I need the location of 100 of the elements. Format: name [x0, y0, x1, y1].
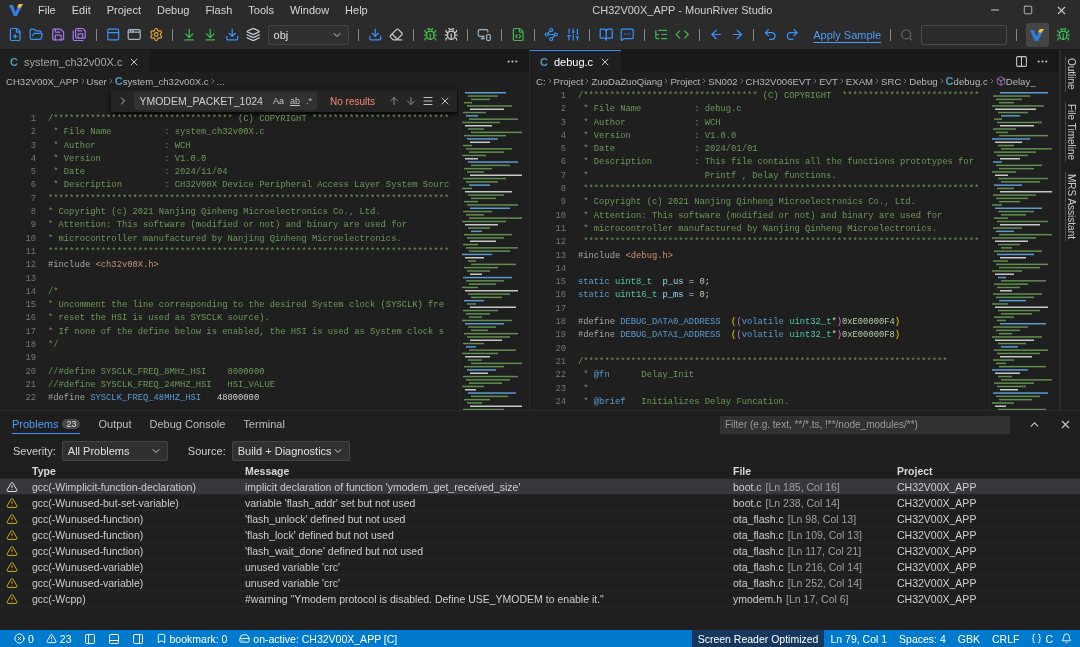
- find-in-selection-icon[interactable]: [422, 95, 434, 107]
- code-file-icon[interactable]: [510, 27, 526, 42]
- sidebar-tab[interactable]: MRS Assistant: [1064, 171, 1077, 241]
- breadcrumb[interactable]: Delay_: [1005, 75, 1036, 87]
- problem-row[interactable]: gcc(-Wunused-function) 'flash_wait_done' defined but not used ota_flash.c [Ln 117, Col 21] CH32V00X_APP: [0, 543, 1080, 559]
- devices-icon[interactable]: [477, 27, 492, 42]
- breadcrumb[interactable]: C:: [536, 75, 546, 87]
- column-header[interactable]: File: [733, 464, 897, 477]
- download-icon[interactable]: [224, 27, 240, 42]
- apply-sample-link[interactable]: Apply Sample: [813, 28, 882, 41]
- active-project-status[interactable]: on-active: CH32V00X_APP [C]: [233, 630, 404, 647]
- menu-item[interactable]: Project: [98, 4, 149, 16]
- problem-row[interactable]: gcc(-Wunused-but-set-variable) variable 'flash_addr' set but not used boot.c [Ln 238, Col 14] CH32V00X_APP: [0, 495, 1080, 511]
- assistant-button[interactable]: [1025, 22, 1049, 47]
- search-field[interactable]: [920, 24, 1007, 45]
- status-item[interactable]: CRLF: [986, 630, 1026, 647]
- breadcrumb[interactable]: ...: [216, 75, 225, 87]
- settings-icon[interactable]: [148, 27, 163, 42]
- search-icon[interactable]: [900, 27, 914, 42]
- menu-item[interactable]: Flash: [197, 4, 241, 16]
- menu-item[interactable]: Window: [281, 4, 338, 16]
- layers-icon[interactable]: [246, 27, 261, 42]
- find-option-toggle[interactable]: .*: [305, 96, 312, 106]
- bookmark-status[interactable]: bookmark: 0: [149, 630, 234, 647]
- menu-item[interactable]: Help: [337, 4, 376, 16]
- column-header[interactable]: Type: [32, 464, 245, 477]
- previous-match-icon[interactable]: [388, 95, 400, 107]
- code-icon[interactable]: [675, 27, 690, 42]
- status-item[interactable]: Screen Reader Optimized: [691, 630, 825, 647]
- back-icon[interactable]: [708, 27, 724, 42]
- toggle-sidebar-icon[interactable]: [83, 632, 96, 645]
- problem-row[interactable]: gcc(-Wunused-function) 'flash_unlock' defined but not used ota_flash.c [Ln 98, Col 13] CH32V00X_APP: [0, 511, 1080, 527]
- source-select[interactable]: Build + Diagnostics: [231, 440, 350, 461]
- severity-select[interactable]: All Problems: [61, 440, 168, 461]
- menu-item[interactable]: Edit: [63, 4, 99, 16]
- new-window-icon[interactable]: [105, 27, 121, 42]
- status-item[interactable]: Ln 79, Col 1: [824, 630, 894, 647]
- language-status[interactable]: C: [1025, 630, 1059, 647]
- rebuild-icon[interactable]: [203, 27, 218, 42]
- bug-icon[interactable]: [422, 27, 437, 42]
- find-input-field[interactable]: YMODEM_PACKET_1024 Aa ab .*: [134, 92, 317, 110]
- close-icon[interactable]: [1059, 418, 1072, 431]
- menu-item[interactable]: File: [30, 4, 64, 16]
- warnings-status[interactable]: 23: [39, 630, 78, 647]
- breadcrumb[interactable]: SRC: [881, 75, 902, 87]
- panel-tab[interactable]: Debug Console: [149, 415, 226, 434]
- redo-icon[interactable]: [784, 27, 800, 42]
- editor-tab[interactable]: C debug.c: [530, 50, 622, 72]
- find-option-toggle[interactable]: ab: [289, 96, 300, 106]
- breadcrumb[interactable]: EVT: [819, 75, 838, 87]
- toggle-panel-icon[interactable]: [107, 632, 120, 645]
- panel-tab[interactable]: Terminal: [243, 415, 285, 434]
- build-icon[interactable]: [181, 27, 197, 42]
- window-icon[interactable]: [127, 27, 142, 42]
- problem-row[interactable]: gcc(-Wunused-variable) unused variable 'crc' ota_flash.c [Ln 216, Col 14] CH32V00X_APP: [0, 559, 1080, 575]
- target-select[interactable]: obj: [267, 24, 349, 45]
- breadcrumb[interactable]: Project: [553, 75, 584, 87]
- status-item[interactable]: GBK: [951, 630, 986, 647]
- new-file-icon[interactable]: [8, 27, 23, 42]
- close-icon[interactable]: [439, 95, 451, 107]
- save-all-icon[interactable]: [72, 27, 87, 42]
- forward-icon[interactable]: [730, 27, 745, 42]
- next-match-icon[interactable]: [405, 95, 417, 107]
- breadcrumb[interactable]: User: [86, 75, 107, 87]
- breadcrumb[interactable]: SN002: [708, 75, 738, 87]
- problem-row[interactable]: gcc(-Wcpp) #warning "Ymodem protocol is disabled. Define USE_YMODEM to enable it." ymodem.h [Ln 17, Col 6] CH32V00X_APP: [0, 591, 1080, 607]
- breadcrumb[interactable]: Debug: [909, 75, 938, 87]
- editor-tab[interactable]: C system_ch32v00X.c: [0, 50, 151, 72]
- flash-download-icon[interactable]: [367, 27, 383, 42]
- breadcrumb[interactable]: Project: [670, 75, 701, 87]
- toggle-secondary-sidebar-icon[interactable]: [131, 632, 144, 645]
- breadcrumb[interactable]: CH32V00X_APP: [6, 75, 79, 87]
- find-option-toggle[interactable]: Aa: [272, 96, 284, 106]
- sliders-icon[interactable]: [565, 27, 581, 42]
- panel-tab[interactable]: Output: [98, 415, 132, 434]
- column-header[interactable]: Project: [897, 464, 1080, 477]
- save-icon[interactable]: [50, 27, 66, 42]
- breadcrumb[interactable]: CH32V006EVT: [745, 75, 812, 87]
- status-item[interactable]: Spaces: 4: [893, 630, 952, 647]
- bug-icon[interactable]: [444, 27, 459, 42]
- column-header[interactable]: Message: [245, 464, 733, 477]
- problem-row[interactable]: gcc(-Wunused-function) 'flash_lock' defined but not used ota_flash.c [Ln 109, Col 13] CH32V00X_APP: [0, 527, 1080, 543]
- sidebar-tab[interactable]: File Timeline: [1064, 101, 1077, 162]
- bug-icon[interactable]: [1055, 27, 1071, 42]
- comment-lines-icon[interactable]: [653, 27, 669, 42]
- menu-item[interactable]: Tools: [240, 4, 282, 16]
- eraser-icon[interactable]: [389, 27, 404, 42]
- undo-icon[interactable]: [763, 27, 778, 42]
- problem-row[interactable]: gcc(-Wimplicit-function-declaration) implicit declaration of function 'ymodem_get_received_size' boot.c [Ln 185, Col 16] CH32V00X_APP: [0, 479, 1080, 495]
- errors-status[interactable]: 0: [8, 630, 40, 647]
- breadcrumb[interactable]: system_ch32v00X.c: [122, 75, 209, 87]
- breadcrumb[interactable]: EXAM: [845, 75, 874, 87]
- menu-item[interactable]: Debug: [148, 4, 198, 16]
- problem-row[interactable]: gcc(-Wunused-variable) unused variable 'crc' ota_flash.c [Ln 252, Col 14] CH32V00X_APP: [0, 575, 1080, 591]
- open-folder-icon[interactable]: [29, 27, 44, 42]
- filter-field[interactable]: Filter (e.g. text, **/*.ts, !**/node_modules/**): [720, 415, 1010, 434]
- book-icon[interactable]: [599, 27, 614, 42]
- split-editor-icon[interactable]: [1015, 54, 1028, 68]
- breadcrumb[interactable]: debug.c: [953, 75, 988, 87]
- panel-tab[interactable]: Problems 23: [12, 415, 81, 434]
